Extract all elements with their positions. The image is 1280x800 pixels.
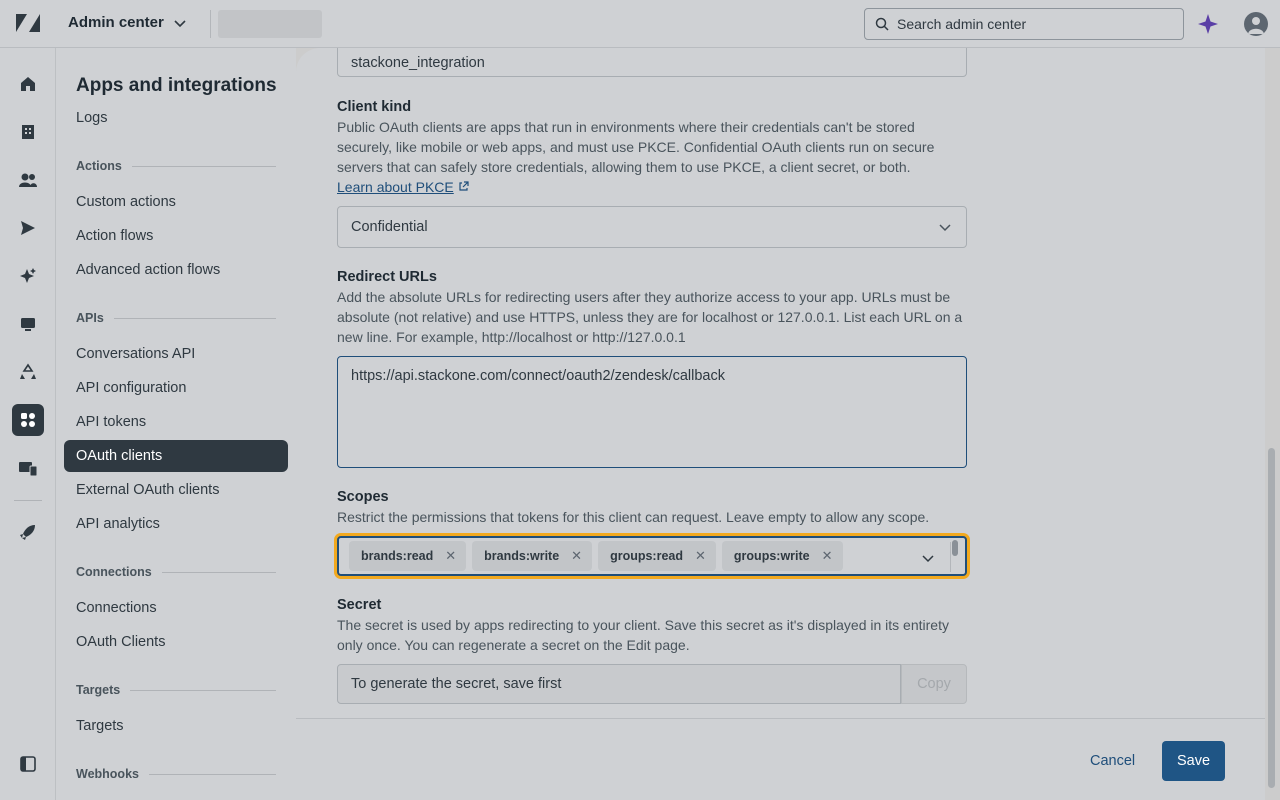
send-icon bbox=[21, 221, 35, 235]
nav-section-webhooks: Webhooks bbox=[76, 767, 276, 781]
secret-input[interactable]: To generate the secret, save first bbox=[337, 664, 901, 704]
nav-section-apis: APIs bbox=[76, 311, 276, 325]
rocket-icon bbox=[20, 525, 35, 540]
chevron-down-icon bbox=[939, 224, 951, 232]
remove-tag-icon[interactable]: ✕ bbox=[822, 548, 833, 564]
rail-people[interactable] bbox=[12, 164, 44, 196]
rail-channels[interactable] bbox=[12, 212, 44, 244]
account-name-redacted bbox=[218, 10, 322, 38]
top-bar: Admin center Search admin center bbox=[0, 0, 1280, 48]
rail-objects[interactable] bbox=[12, 356, 44, 388]
secret-field: Secret The secret is used by apps redire… bbox=[337, 597, 967, 655]
remove-tag-icon[interactable]: ✕ bbox=[695, 548, 706, 564]
redirect-urls-field: Redirect URLs Add the absolute URLs for … bbox=[337, 269, 967, 347]
sidebar-toggle-icon bbox=[20, 756, 36, 772]
main-form-panel: stackone_integration Client kind Public … bbox=[296, 48, 1265, 718]
product-name: Admin center bbox=[68, 14, 164, 31]
rail-workspaces[interactable] bbox=[12, 308, 44, 340]
rail-apps-integrations[interactable] bbox=[12, 404, 44, 436]
building-icon bbox=[22, 125, 34, 139]
scope-tag: brands:write ✕ bbox=[472, 541, 593, 571]
save-button[interactable]: Save bbox=[1162, 741, 1225, 781]
page-scrollbar-thumb[interactable] bbox=[1268, 448, 1275, 788]
cancel-button[interactable]: Cancel bbox=[1090, 753, 1135, 769]
client-kind-label: Client kind bbox=[337, 99, 412, 115]
secret-help: The secret is used by apps redirecting t… bbox=[337, 617, 949, 653]
nav-section-actions: Actions bbox=[76, 159, 276, 173]
apps-icon bbox=[21, 413, 35, 427]
search-placeholder: Search admin center bbox=[897, 16, 1027, 32]
nav-api-tokens[interactable]: API tokens bbox=[76, 414, 146, 430]
product-switcher[interactable]: Admin center bbox=[68, 14, 188, 31]
scopes-scrollbar-thumb[interactable] bbox=[952, 540, 958, 556]
rail-account[interactable] bbox=[12, 116, 44, 148]
rail-marketplace[interactable] bbox=[12, 452, 44, 484]
redirect-urls-textarea[interactable]: https://api.stackone.com/connect/oauth2/… bbox=[337, 356, 967, 468]
rail-divider bbox=[14, 500, 42, 501]
search-input[interactable]: Search admin center bbox=[864, 8, 1184, 40]
sparkle-icon bbox=[20, 268, 36, 283]
people-icon bbox=[19, 173, 37, 187]
nav-custom-actions[interactable]: Custom actions bbox=[76, 194, 176, 210]
scope-tag: brands:read ✕ bbox=[349, 541, 467, 571]
redirect-url-value: https://api.stackone.com/connect/oauth2/… bbox=[351, 368, 725, 384]
scope-tag: groups:read ✕ bbox=[598, 541, 716, 571]
rail-getting-started[interactable] bbox=[12, 516, 44, 548]
external-link-icon bbox=[459, 181, 469, 191]
user-icon bbox=[1248, 17, 1264, 34]
nav-action-flows[interactable]: Action flows bbox=[76, 228, 153, 244]
copy-secret-button[interactable]: Copy bbox=[901, 664, 967, 704]
nav-logs[interactable]: Logs bbox=[76, 110, 107, 126]
rail-ai[interactable] bbox=[12, 260, 44, 292]
chevron-down-icon bbox=[174, 19, 186, 27]
remove-tag-icon[interactable]: ✕ bbox=[445, 548, 456, 564]
client-kind-help: Public OAuth clients are apps that run i… bbox=[337, 119, 935, 195]
identifier-input[interactable]: stackone_integration bbox=[337, 48, 967, 77]
rail-collapse-toggle[interactable] bbox=[12, 748, 44, 780]
topbar-divider bbox=[210, 10, 211, 38]
redirect-urls-help: Add the absolute URLs for redirecting us… bbox=[337, 289, 963, 345]
form-footer: Cancel Save bbox=[296, 718, 1265, 800]
devices-icon bbox=[19, 462, 38, 477]
scopes-multiselect[interactable]: brands:read ✕ brands:write ✕ groups:read ✕ … bbox=[337, 536, 967, 576]
scopes-field: Scopes Restrict the permissions that tok… bbox=[337, 489, 967, 527]
scopes-scrollbar-track bbox=[950, 542, 951, 572]
recycle-icon bbox=[20, 363, 36, 379]
nav-targets[interactable]: Targets bbox=[76, 718, 124, 734]
monitor-icon bbox=[21, 318, 35, 331]
scopes-label: Scopes bbox=[337, 489, 389, 505]
nav-external-oauth-clients[interactable]: External OAuth clients bbox=[76, 482, 219, 498]
nav-advanced-action-flows[interactable]: Advanced action flows bbox=[76, 262, 220, 278]
ai-sparkle-icon[interactable] bbox=[1198, 14, 1218, 34]
client-kind-select[interactable]: Confidential bbox=[337, 206, 967, 248]
zendesk-logo-icon[interactable] bbox=[14, 12, 42, 36]
client-kind-field: Client kind Public OAuth clients are app… bbox=[337, 99, 967, 197]
scope-tag: groups:write ✕ bbox=[721, 541, 843, 571]
search-icon bbox=[875, 17, 889, 31]
rail-home[interactable] bbox=[12, 68, 44, 100]
nav-oauth-clients-connections[interactable]: OAuth Clients bbox=[76, 634, 165, 650]
nav-title: Apps and integrations bbox=[76, 75, 277, 96]
identifier-value: stackone_integration bbox=[351, 54, 485, 71]
product-icon-rail bbox=[0, 48, 56, 800]
nav-section-targets: Targets bbox=[76, 683, 276, 697]
secret-value: To generate the secret, save first bbox=[351, 676, 562, 692]
secret-label: Secret bbox=[337, 597, 382, 613]
nav-api-analytics[interactable]: API analytics bbox=[76, 516, 160, 532]
nav-oauth-clients[interactable]: OAuth clients bbox=[64, 440, 288, 472]
nav-api-configuration[interactable]: API configuration bbox=[76, 380, 186, 396]
scopes-help: Restrict the permissions that tokens for… bbox=[337, 509, 930, 525]
secondary-nav: Apps and integrations Logs Actions Custo… bbox=[56, 48, 296, 800]
nav-connections[interactable]: Connections bbox=[76, 600, 157, 616]
learn-about-pkce-link[interactable]: Learn about PKCE bbox=[337, 179, 454, 195]
home-icon bbox=[21, 77, 35, 91]
user-avatar[interactable] bbox=[1244, 12, 1268, 36]
nav-conversations-api[interactable]: Conversations API bbox=[76, 346, 195, 362]
redirect-urls-label: Redirect URLs bbox=[337, 269, 437, 285]
chevron-down-icon[interactable] bbox=[921, 551, 935, 565]
nav-section-connections: Connections bbox=[76, 565, 276, 579]
client-kind-value: Confidential bbox=[351, 219, 428, 235]
remove-tag-icon[interactable]: ✕ bbox=[571, 548, 582, 564]
